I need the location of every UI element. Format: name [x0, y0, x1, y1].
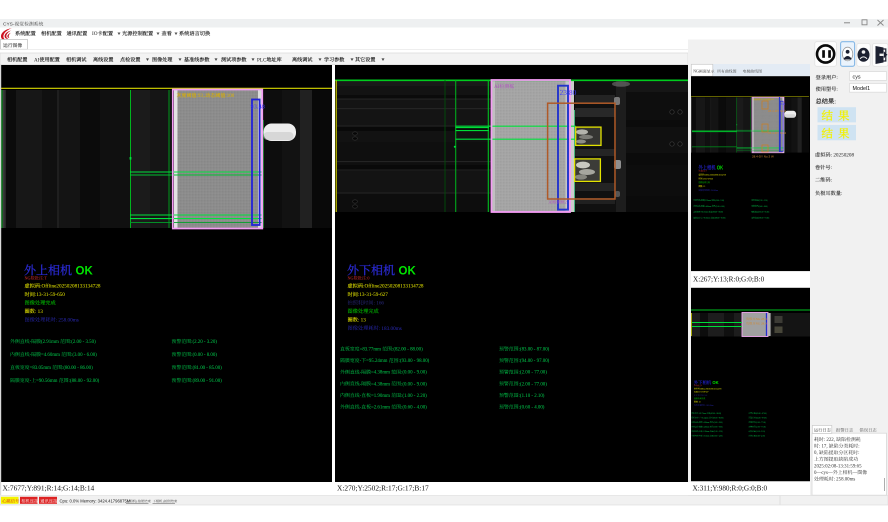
svg-text:0,: 0, [814, 451, 818, 456]
svg-text:0—cys—: 0—cys— [814, 471, 833, 476]
svg-text:X:270;Y:2502;R:17;G:17;B:17: X:270;Y:2502;R:17;G:17;B:17 [337, 484, 429, 493]
svg-text::: : [858, 451, 859, 456]
svg-text:28.4-DY No.1: 28.4-DY No.1 [768, 109, 786, 113]
svg-text:CYS-: CYS- [3, 22, 15, 28]
svg-text:AI: AI [34, 57, 40, 63]
svg-text:: 17,: : 17, [819, 445, 828, 450]
svg-text:Cpu: 0.0% Memory: 3424.4179687: Cpu: 0.0% Memory: 3424.41796875M [60, 498, 131, 503]
svg-text:2: 2 [565, 200, 567, 205]
svg-text:NG 28.4: NG 28.4 [756, 322, 767, 326]
svg-text:—: — [851, 471, 857, 476]
svg-text:: 222,: : 222, [824, 438, 835, 443]
svg-text:Model1: Model1 [853, 86, 871, 92]
svg-text:23.80: 23.80 [560, 88, 577, 97]
svg-text:: 20250208: : 20250208 [831, 153, 855, 159]
svg-text:2025:02:08-13:31:59:65: 2025:02:08-13:31:59:65 [814, 464, 862, 469]
svg-text:NG 28.4: NG 28.4 [756, 317, 767, 321]
svg-text:X:7677;Y:891;R:14;G:14;B:14: X:7677;Y:891;R:14;G:14;B:14 [3, 484, 95, 493]
svg-text:93.48: 93.48 [251, 104, 265, 111]
svg-text:X:311;Y:980;R:0;G:0;B:0: X:311;Y:980;R:0;G:0;B:0 [693, 485, 768, 493]
svg-text:NG: NG [693, 70, 699, 74]
svg-text:PLC: PLC [257, 57, 267, 63]
svg-text::: : [858, 445, 859, 450]
svg-text:: 258.00ms: : 258.00ms [834, 478, 856, 483]
svg-text:AI: AI [549, 200, 554, 205]
svg-text:28.4-DY No.3 W: 28.4-DY No.3 W [752, 155, 774, 159]
svg-text:28.4-DY No.2: 28.4-DY No.2 [768, 131, 786, 135]
svg-text:AI: AI [494, 85, 500, 90]
svg-text:X:267;Y:13;R:0;G:0;B:0: X:267;Y:13;R:0;G:0;B:0 [693, 276, 765, 284]
svg-text:IO: IO [92, 31, 98, 37]
svg-text:cys: cys [853, 74, 861, 80]
svg-text::100: :100 [225, 94, 234, 99]
svg-text::: : [834, 98, 836, 105]
